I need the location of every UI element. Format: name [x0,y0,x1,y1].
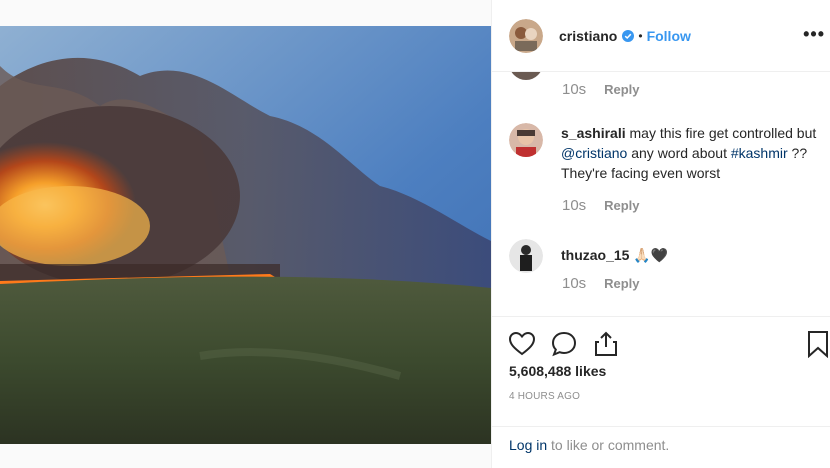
hashtag-link[interactable]: #kashmir [731,145,788,161]
share-icon[interactable] [592,330,620,358]
reply-button[interactable]: Reply [604,82,639,97]
login-prompt: Log in to like or comment. [492,426,830,468]
reply-button[interactable]: Reply [604,198,639,213]
comment-time: 10s [562,275,587,292]
comment-meta: 10s Reply [562,275,639,292]
comment-icon[interactable] [550,330,578,358]
comment-body: may this fire get controlled but [629,125,817,141]
comment-time: 10s [562,197,587,214]
comment-text: s_ashirali may this fire get controlled … [561,123,830,183]
comment-body: 🙏🏻🖤 [633,247,669,263]
bookmark-icon[interactable] [804,330,830,358]
post-actions: 5,608,488 likes 4 HOURS AGO [492,316,830,426]
previous-comment-meta: 10s Reply [562,81,639,98]
comment-item: thuzao_15 🙏🏻🖤 [509,239,819,279]
previous-comment-avatar [509,72,543,80]
author-username[interactable]: cristiano [559,28,617,44]
wildfire-photo [0,26,491,444]
post-photo[interactable] [0,26,491,444]
commenter-avatar[interactable] [509,123,543,157]
comments-list: 10s Reply s_ashirali may this fire get c… [492,72,830,316]
login-link[interactable]: Log in [509,437,547,453]
post-sidebar: cristiano • Follow ••• 10s Reply s_ashir… [491,0,830,468]
post-header: cristiano • Follow ••• [492,0,830,72]
login-text: to like or comment. [551,437,670,453]
comment-username[interactable]: s_ashirali [561,125,626,141]
comment-item: s_ashirali may this fire get controlled … [509,123,819,203]
likes-count[interactable]: 5,608,488 likes [509,363,606,379]
commenter-avatar[interactable] [509,239,543,273]
more-options-icon[interactable]: ••• [803,24,825,45]
follow-button[interactable]: Follow [647,28,691,44]
header-separator: • [638,28,643,43]
mention-link[interactable]: @cristiano [561,145,627,161]
comment-body: any word about [631,145,727,161]
heart-icon[interactable] [508,330,536,358]
reply-button[interactable]: Reply [604,276,639,291]
post-timestamp: 4 HOURS AGO [509,391,581,402]
comment-meta: 10s Reply [562,197,639,214]
comment-username[interactable]: thuzao_15 [561,247,629,263]
author-avatar[interactable] [509,18,543,53]
comment-text: thuzao_15 🙏🏻🖤 [561,245,830,265]
comment-time: 10s [562,81,587,98]
verified-badge-icon [622,29,635,42]
